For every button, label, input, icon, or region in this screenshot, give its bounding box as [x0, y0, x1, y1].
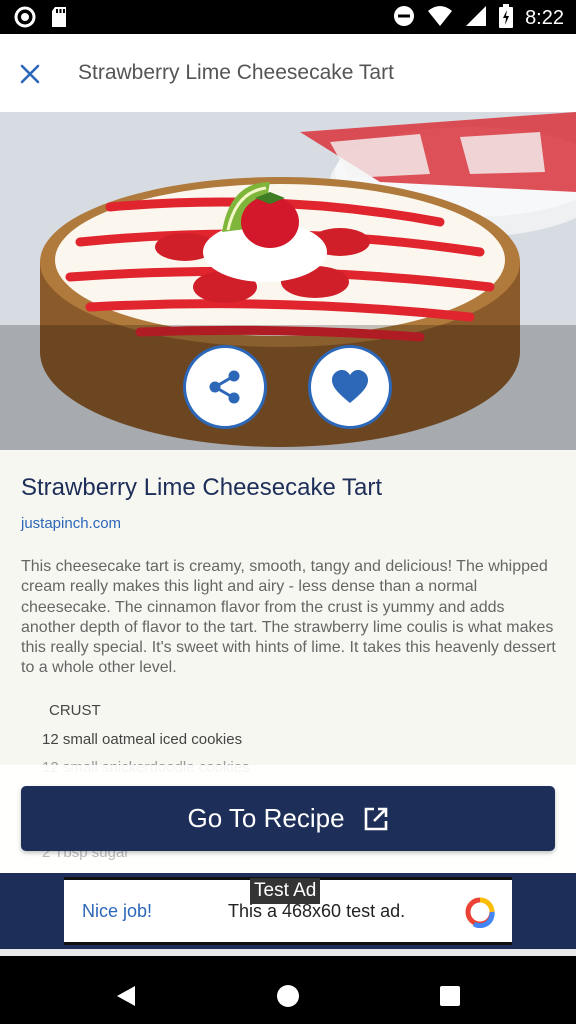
close-button[interactable] — [14, 58, 46, 90]
image-overlay — [0, 325, 576, 450]
recents-icon — [440, 986, 460, 1006]
ingredient-item: 12 small oatmeal iced cookies — [42, 731, 243, 748]
app-bar-title: Strawberry Lime Cheesecake Tart — [78, 61, 394, 84]
navigation-bar — [0, 949, 576, 1024]
back-icon — [117, 986, 135, 1006]
recipe-title: Strawberry Lime Cheesecake Tart — [21, 474, 383, 501]
status-time: 8:22 — [525, 6, 564, 29]
go-to-recipe-button[interactable]: Go To Recipe — [21, 786, 555, 851]
close-icon — [20, 64, 40, 84]
ad-text: This a 468x60 test ad. — [228, 901, 406, 921]
share-icon — [209, 370, 240, 404]
home-icon — [277, 985, 299, 1007]
home-button[interactable] — [268, 976, 308, 1016]
recipe-hero-image — [0, 112, 576, 450]
ad-headline: Nice job! — [82, 901, 153, 921]
heart-icon — [332, 370, 368, 403]
wifi-icon — [427, 5, 453, 31]
recents-button[interactable] — [430, 976, 470, 1016]
go-to-recipe-label: Go To Recipe — [187, 803, 345, 833]
share-button[interactable] — [183, 345, 267, 429]
action-bar: 2 Tbsp sugar Go To Recipe — [0, 765, 576, 873]
recipe-details: Strawberry Lime Cheesecake Tart justapin… — [0, 450, 576, 780]
battery-icon — [499, 4, 514, 32]
recipe-source-link[interactable]: justapinch.com — [21, 515, 121, 532]
ingredient-section-label: CRUST — [49, 702, 101, 719]
ad-logo-icon — [465, 897, 495, 928]
back-button[interactable] — [106, 976, 146, 1016]
status-bar: 8:22 — [0, 0, 576, 34]
do-not-disturb-icon — [393, 5, 415, 31]
signal-icon — [465, 5, 487, 31]
test-ad-label: Test Ad — [250, 878, 321, 904]
recipe-description: This cheesecake tart is creamy, smooth, … — [21, 558, 556, 677]
notification-icon — [14, 6, 36, 32]
sd-card-icon — [50, 6, 68, 32]
app-bar: Strawberry Lime Cheesecake Tart — [0, 34, 576, 112]
open-external-icon — [364, 807, 387, 830]
favorite-button[interactable] — [308, 345, 392, 429]
